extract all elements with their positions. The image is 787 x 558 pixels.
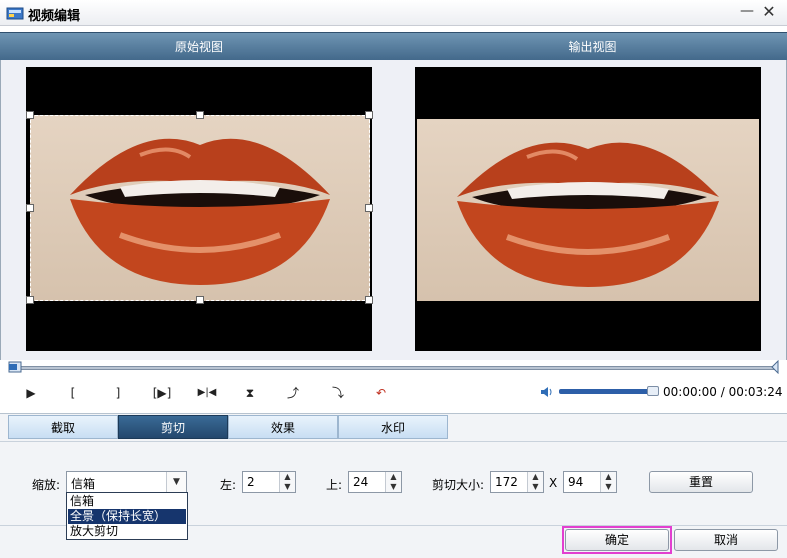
crop-handle-bottom-right[interactable] xyxy=(365,296,373,304)
crop-handle-left[interactable] xyxy=(26,204,34,212)
seek-bar[interactable] xyxy=(10,366,776,370)
top-spinner[interactable]: 24 ▲ ▼ xyxy=(348,471,402,493)
reset-button[interactable]: 重置 xyxy=(649,471,753,493)
crop-handle-top-right[interactable] xyxy=(365,111,373,119)
crop-size-label: 剪切大小: xyxy=(432,478,485,492)
output-video-view xyxy=(415,67,761,351)
volume-icon[interactable] xyxy=(540,385,554,399)
left-label: 左: xyxy=(220,478,237,492)
spin-down-icon[interactable]: ▼ xyxy=(386,482,401,492)
zoom-label: 缩放: xyxy=(32,478,61,492)
app-icon xyxy=(6,7,24,20)
mark-in-button[interactable]: [ xyxy=(62,383,84,403)
cancel-button[interactable]: 取消 xyxy=(674,529,778,551)
window-title: 视频编辑 xyxy=(28,9,81,24)
top-label: 上: xyxy=(326,478,343,492)
crop-handle-bottom-left[interactable] xyxy=(26,296,34,304)
seek-end-handle[interactable] xyxy=(770,360,780,374)
next-frame-button[interactable]: ▶|◀ xyxy=(195,383,219,403)
mark-out-button[interactable]: ] xyxy=(107,383,129,403)
minimize-button[interactable]: — xyxy=(738,3,756,21)
zoom-dropdown-list: 信箱 全景（保持长宽） 放大剪切 xyxy=(66,492,188,540)
lips-output-image xyxy=(457,142,719,287)
spin-up-icon[interactable]: ▲ xyxy=(386,472,401,482)
zoom-option-pan-keep-aspect[interactable]: 全景（保持长宽） xyxy=(68,509,186,524)
output-view-label: 输出视图 xyxy=(568,40,617,54)
spin-down-icon[interactable]: ▼ xyxy=(528,482,543,492)
tab-effects[interactable]: 效果 xyxy=(228,415,338,439)
undo-button[interactable]: ↶ xyxy=(370,383,392,403)
ok-button-highlight xyxy=(562,526,672,554)
zoom-select-value: 信箱 xyxy=(71,477,96,491)
spin-up-icon[interactable]: ▲ xyxy=(528,472,543,482)
crop-handle-top-left[interactable] xyxy=(26,111,34,119)
width-spinner[interactable]: 172 ▲ ▼ xyxy=(490,471,544,493)
zoom-option-zoom-crop[interactable]: 放大剪切 xyxy=(68,524,186,539)
height-spinner[interactable]: 94 ▲ ▼ xyxy=(563,471,617,493)
seek-start-handle[interactable] xyxy=(8,360,22,374)
output-frame xyxy=(417,119,759,301)
crop-handle-top[interactable] xyxy=(196,111,204,119)
left-value[interactable]: 2 xyxy=(247,475,255,489)
spin-down-icon[interactable]: ▼ xyxy=(280,482,295,492)
height-value[interactable]: 94 xyxy=(568,475,583,489)
rotate-left-button[interactable]: ⤵ xyxy=(327,383,349,403)
close-button[interactable]: ✕ xyxy=(760,3,778,21)
tab-capture[interactable]: 截取 xyxy=(8,415,118,439)
rotate-right-button[interactable]: ⤴ xyxy=(282,383,304,403)
chevron-down-icon[interactable]: ▼ xyxy=(166,472,186,492)
crop-handle-right[interactable] xyxy=(365,204,373,212)
crop-handle-bottom[interactable] xyxy=(196,296,204,304)
zoom-option-letterbox[interactable]: 信箱 xyxy=(68,494,186,509)
top-value[interactable]: 24 xyxy=(353,475,368,489)
time-display: 00:00:00 / 00:03:24 xyxy=(663,385,783,399)
spin-down-icon[interactable]: ▼ xyxy=(601,482,616,492)
title-bar xyxy=(0,0,787,26)
flip-vertical-button[interactable]: ⧗ xyxy=(239,383,261,403)
zoom-select[interactable]: 信箱 ▼ xyxy=(66,471,187,493)
original-view-label: 原始视图 xyxy=(174,40,223,54)
times-sign: X xyxy=(549,476,558,490)
play-button[interactable]: ▶ xyxy=(20,383,42,403)
width-value[interactable]: 172 xyxy=(495,475,518,489)
tab-watermark[interactable]: 水印 xyxy=(338,415,448,439)
crop-selection-box[interactable] xyxy=(26,111,373,304)
left-spinner[interactable]: 2 ▲ ▼ xyxy=(242,471,296,493)
volume-knob[interactable] xyxy=(647,386,659,396)
tab-crop[interactable]: 剪切 xyxy=(118,415,228,439)
spin-up-icon[interactable]: ▲ xyxy=(280,472,295,482)
play-selection-button[interactable]: [▶] xyxy=(150,383,174,403)
volume-slider[interactable] xyxy=(559,389,655,394)
spin-up-icon[interactable]: ▲ xyxy=(601,472,616,482)
